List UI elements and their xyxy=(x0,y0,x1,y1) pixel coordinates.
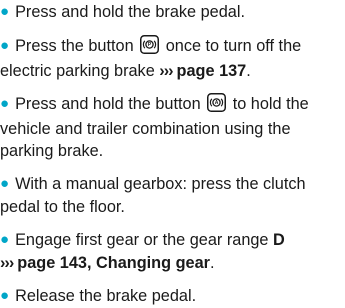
reference-text: page 137 xyxy=(176,62,247,80)
gear-range-label: D xyxy=(273,231,285,249)
step-text: With a manual gearbox: press the clutch … xyxy=(0,175,306,216)
step-release-brake: ● Release the brake pedal. xyxy=(0,285,345,308)
page-reference[interactable]: ››› page 137 xyxy=(159,62,246,80)
bullet-icon: ● xyxy=(0,175,10,192)
auto-hold-button-icon: A xyxy=(207,93,227,118)
reference-text: page 143, Changing gear xyxy=(17,254,210,272)
parking-brake-button-icon: P xyxy=(140,35,160,60)
bullet-icon: ● xyxy=(0,95,10,112)
step-text-pre: Engage first gear or the gear range xyxy=(15,231,269,249)
instruction-list: ● Press and hold the brake pedal. ● Press … xyxy=(0,0,345,308)
bullet-icon: ● xyxy=(0,287,10,304)
step-manual-gearbox: ● With a manual gearbox: press the clutch… xyxy=(0,173,345,218)
step-hold-vehicle: ● Press and hold the button A to hold the… xyxy=(0,93,345,162)
reference-arrows: ››› xyxy=(159,62,173,80)
step-text-pre: Press the button xyxy=(15,37,134,55)
bullet-icon: ● xyxy=(0,37,10,54)
step-press-brake: ● Press and hold the brake pedal. xyxy=(0,1,345,24)
bullet-icon: ● xyxy=(0,231,10,248)
bullet-icon: ● xyxy=(0,3,10,20)
page-reference[interactable]: ››› page 143, Changing gear xyxy=(0,254,210,272)
step-text: Release the brake pedal. xyxy=(15,287,197,305)
step-engage-gear: ● Engage first gear or the gear range D ›… xyxy=(0,229,345,274)
step-text-pre: Press and hold the button xyxy=(15,95,201,113)
svg-text:A: A xyxy=(215,100,219,106)
reference-arrows: ››› xyxy=(0,254,14,272)
step-turn-off-parking-brake: ● Press the button P once to turn off the… xyxy=(0,35,345,82)
step-end: . xyxy=(246,62,251,80)
step-text: Press and hold the brake pedal. xyxy=(15,3,245,21)
step-end: . xyxy=(209,254,215,272)
